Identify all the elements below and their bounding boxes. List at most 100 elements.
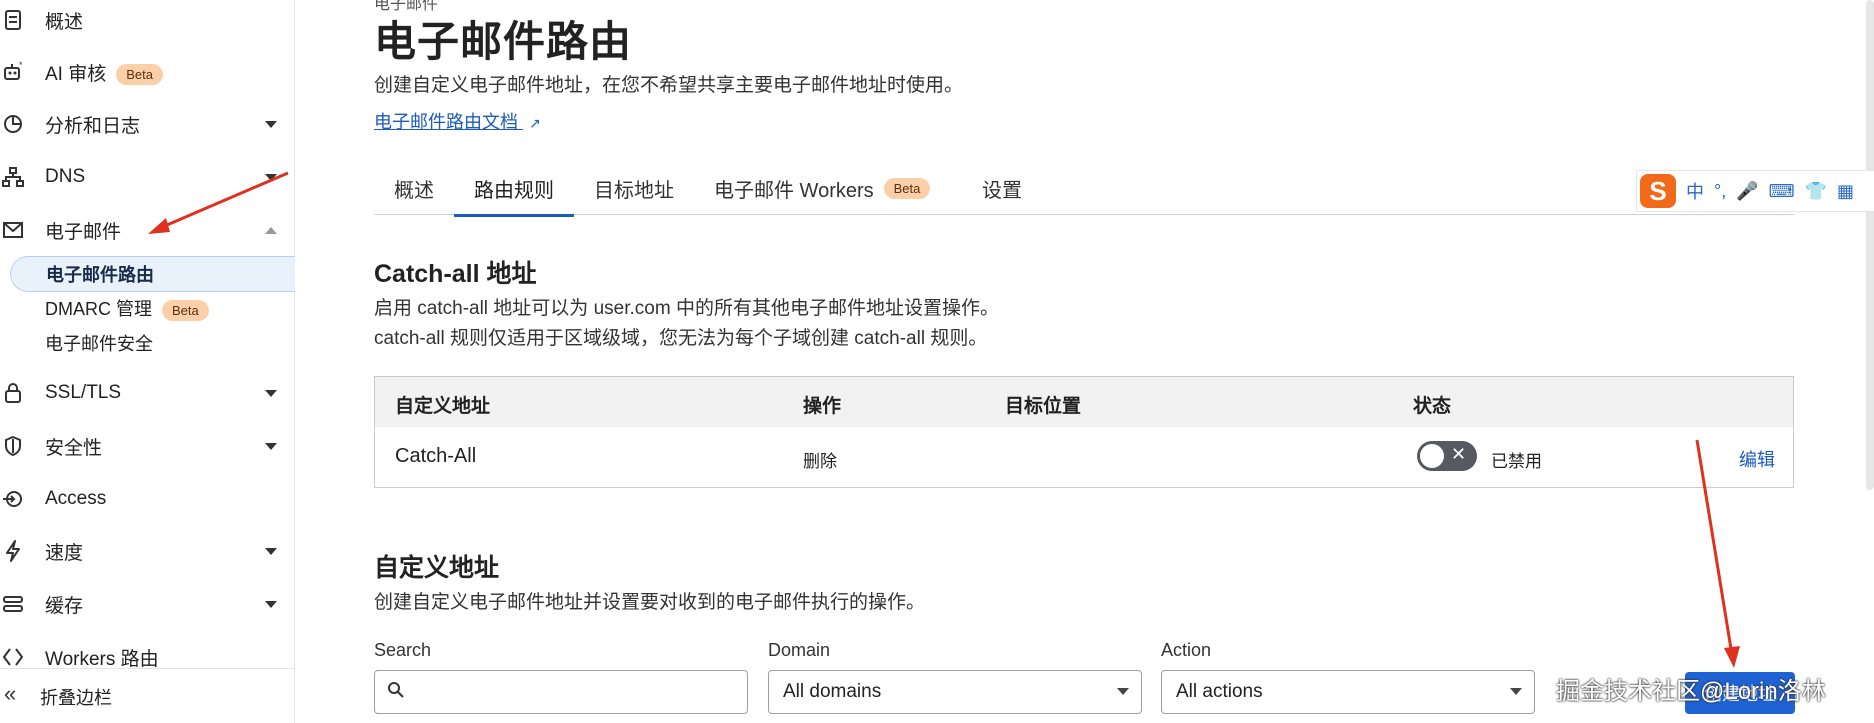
sidebar-item-access[interactable]: Access [0, 479, 294, 519]
workers-icon [0, 644, 26, 670]
access-icon [0, 486, 26, 512]
sidebar-item-label: AI 审核 [45, 63, 107, 85]
chevron-down-icon[interactable] [265, 443, 277, 450]
sidebar-item-ssl[interactable]: SSL/TLS [0, 373, 294, 413]
custom-addresses-title: 自定义地址 [374, 554, 500, 582]
sidebar-item-label: 速度 [45, 542, 84, 564]
sidebar-item-security[interactable]: 安全性 [0, 426, 294, 466]
sidebar-item-overview[interactable]: 概述 [0, 0, 294, 40]
beta-badge: Beta [162, 299, 209, 321]
catch-all-address: Catch-All [395, 445, 477, 467]
column-header: 状态 [1413, 396, 1452, 417]
chevron-up-icon[interactable] [265, 227, 277, 234]
sidebar: 概述 * AI 审核 Beta 分析和日志 DNS 电子邮件 电子邮件路由 DMA… [0, 0, 295, 722]
beta-badge: Beta [116, 63, 163, 85]
search-input[interactable] [374, 670, 748, 714]
punctuation-icon[interactable]: °, [1714, 181, 1726, 202]
svg-text:*: * [19, 61, 23, 70]
domain-label: Domain [768, 640, 831, 660]
sogou-logo-icon[interactable]: S [1640, 174, 1676, 208]
lightning-icon [0, 538, 26, 564]
sidebar-item-label: 概述 [45, 11, 84, 33]
tab-destination-addresses[interactable]: 目标地址 [594, 162, 674, 214]
skin-icon[interactable]: 👕 [1805, 181, 1827, 202]
tab-email-workers[interactable]: 电子邮件 Workers Beta [714, 162, 931, 214]
status-text: 已禁用 [1491, 452, 1542, 471]
ime-toolbar: S 中 °, 🎤 ⌨ 👕 ▦ [1636, 170, 1874, 212]
sidebar-item-cache[interactable]: 缓存 [0, 584, 294, 624]
page-title: 电子邮件路由 [374, 18, 633, 65]
docs-link-label: 电子邮件路由文档 [374, 112, 518, 132]
chevron-down-icon[interactable] [265, 174, 277, 181]
catch-all-desc-2: catch-all 规则仅适用于区域级域，您无法为每个子域创建 catch-al… [374, 328, 988, 349]
sidebar-item-label: 电子邮件安全 [45, 334, 153, 354]
chevron-down-icon [1510, 688, 1522, 695]
sidebar-subitem-email-security[interactable]: 电子邮件安全 [10, 326, 294, 360]
mail-icon [0, 217, 26, 243]
domain-value: All domains [783, 681, 882, 702]
external-link-icon: ↗ [529, 115, 541, 131]
sidebar-item-label: 安全性 [45, 437, 103, 459]
stack-icon [0, 591, 26, 617]
sidebar-item-ai-audit[interactable]: * AI 审核 Beta [0, 52, 294, 92]
sidebar-item-label: DMARC 管理 [45, 299, 152, 319]
document-icon [0, 7, 26, 33]
chinese-mode-icon[interactable]: 中 [1686, 178, 1704, 204]
chevron-down-icon[interactable] [265, 548, 277, 555]
beta-badge: Beta [883, 177, 931, 199]
robot-icon: * [0, 59, 26, 85]
column-header: 目标位置 [1005, 396, 1082, 417]
chevron-down-icon[interactable] [265, 390, 277, 397]
scrollbar[interactable] [1866, 0, 1874, 490]
catch-all-desc-1: 启用 catch-all 地址可以为 user.com 中的所有其他电子邮件地址… [374, 298, 999, 319]
collapse-sidebar-button[interactable]: « 折叠边栏 [0, 668, 294, 723]
sidebar-item-speed[interactable]: 速度 [0, 531, 294, 571]
shield-icon [0, 433, 26, 459]
catch-all-action: 删除 [803, 452, 837, 471]
action-select[interactable]: All actions [1161, 670, 1535, 714]
sidebar-item-label: SSL/TLS [45, 382, 122, 403]
column-header: 自定义地址 [395, 396, 491, 417]
sidebar-item-analytics[interactable]: 分析和日志 [0, 104, 294, 144]
keyboard-icon[interactable]: ⌨ [1769, 181, 1795, 202]
chevron-down-icon[interactable] [265, 601, 277, 608]
sidebar-item-label: 电子邮件路由 [46, 265, 154, 285]
catch-all-title: Catch-all 地址 [374, 260, 537, 288]
sidebar-subitem-dmarc[interactable]: DMARC 管理 Beta [10, 291, 294, 325]
sidebar-item-label: 分析和日志 [45, 115, 141, 137]
lock-icon [0, 380, 26, 406]
domain-select[interactable]: All domains [768, 670, 1142, 714]
microphone-icon[interactable]: 🎤 [1736, 181, 1758, 202]
sidebar-item-email[interactable]: 电子邮件 [0, 210, 294, 250]
sidebar-item-label: DNS [45, 166, 86, 187]
column-header: 操作 [803, 396, 842, 417]
docs-link[interactable]: 电子邮件路由文档 ↗ [374, 108, 541, 134]
chevron-down-icon [1117, 688, 1129, 695]
chevron-down-icon[interactable] [265, 121, 277, 128]
sidebar-item-label: Workers 路由 [45, 648, 159, 670]
tab-overview[interactable]: 概述 [394, 162, 434, 214]
tab-bar: 概述 路由规则 目标地址 电子邮件 Workers Beta 设置 [374, 162, 1794, 217]
tab-routing-rules[interactable]: 路由规则 [454, 162, 574, 217]
watermark: 掘金技术社区@Lorin洛林 [1556, 678, 1826, 705]
edit-link[interactable]: 编辑 [1739, 446, 1775, 472]
catch-all-toggle[interactable]: ✕ [1417, 441, 1477, 471]
network-icon [0, 164, 26, 190]
sidebar-subitem-email-routing[interactable]: 电子邮件路由 [10, 256, 295, 292]
catch-all-table: 自定义地址 操作 目标位置 状态 Catch-All 删除 ✕ 已禁用 编辑 [374, 376, 1794, 488]
action-label: Action [1161, 640, 1212, 660]
double-chevron-left-icon: « [4, 681, 17, 706]
pie-chart-icon [0, 111, 26, 137]
search-label: Search [374, 640, 432, 660]
close-icon: ✕ [1451, 444, 1467, 464]
table-header: 自定义地址 操作 目标位置 状态 [375, 377, 1793, 427]
page-subtitle: 创建自定义电子邮件地址，在您不希望共享主要电子邮件地址时使用。 [374, 75, 964, 96]
collapse-sidebar-label: 折叠边栏 [40, 688, 112, 708]
search-icon [387, 680, 405, 705]
custom-addresses-desc: 创建自定义电子邮件地址并设置要对收到的电子邮件执行的操作。 [374, 592, 926, 613]
grid-icon[interactable]: ▦ [1837, 181, 1854, 202]
tab-settings[interactable]: 设置 [982, 162, 1022, 214]
sidebar-item-label: Access [45, 488, 107, 509]
sidebar-item-label: 缓存 [45, 595, 84, 617]
sidebar-item-dns[interactable]: DNS [0, 157, 294, 197]
